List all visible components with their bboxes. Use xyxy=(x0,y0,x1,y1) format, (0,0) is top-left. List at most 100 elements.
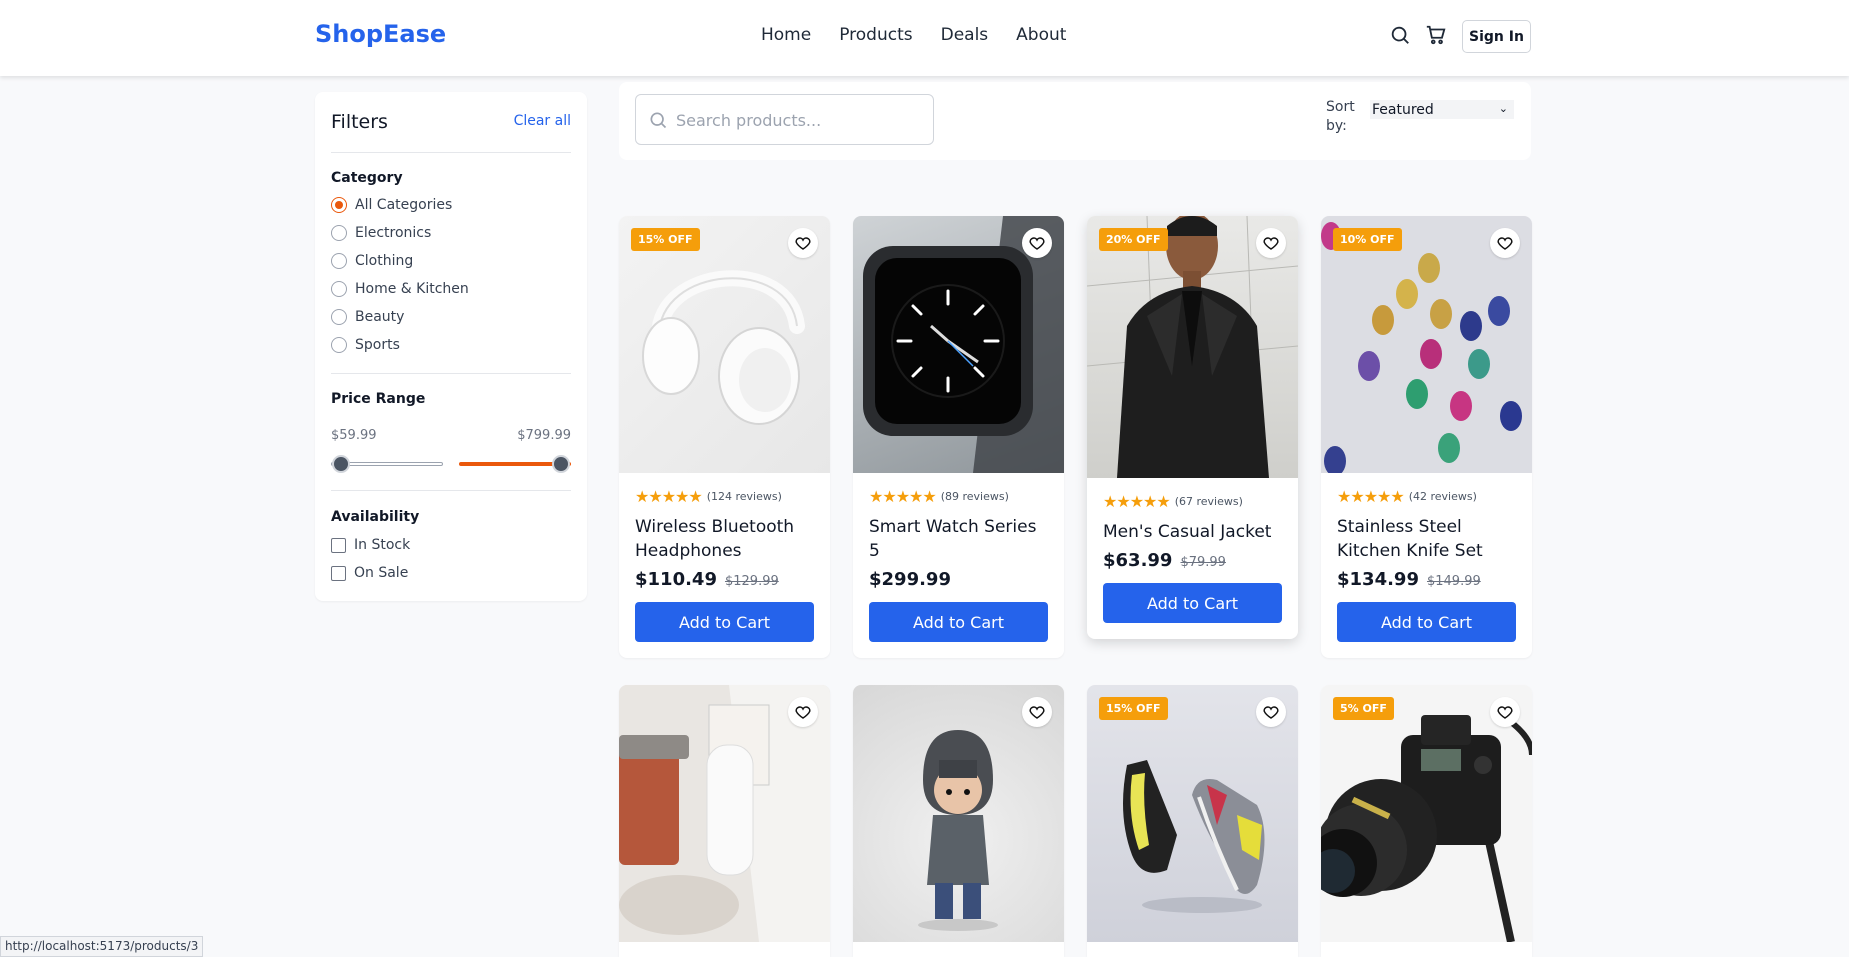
product-name[interactable]: Wireless Bluetooth Headphones xyxy=(635,515,814,563)
product-card[interactable]: 5% OFF xyxy=(1321,685,1532,957)
wishlist-button[interactable] xyxy=(1022,697,1052,727)
category-option-electronics[interactable]: Electronics xyxy=(331,225,431,241)
price-max-slider-thumb[interactable] xyxy=(552,455,570,473)
heart-icon xyxy=(795,237,811,250)
sort-select[interactable]: Featured ⌄ xyxy=(1370,100,1514,119)
top-header: ShopEase Home Products Deals About Sign … xyxy=(0,0,1849,76)
option-label: Home & Kitchen xyxy=(355,281,469,297)
wishlist-button[interactable] xyxy=(1490,697,1520,727)
price: $110.49 xyxy=(635,569,717,590)
product-card[interactable] xyxy=(853,685,1064,957)
heart-icon xyxy=(1263,706,1279,719)
filters-panel: Filters Clear all Category All Categorie… xyxy=(315,92,587,601)
nav-products[interactable]: Products xyxy=(839,25,912,45)
star-rating-icons: ★★★★★ xyxy=(1103,492,1171,511)
rating: ★★★★★ (124 reviews) xyxy=(635,487,814,506)
option-label: Sports xyxy=(355,337,400,353)
sort-label: Sort by: xyxy=(1326,99,1355,134)
add-to-cart-button[interactable]: Add to Cart xyxy=(1103,583,1282,623)
price-row: $110.49 $129.99 xyxy=(635,569,814,590)
product-card[interactable]: 15% OFF xyxy=(1087,685,1298,957)
wishlist-button[interactable] xyxy=(1256,697,1286,727)
wishlist-button[interactable] xyxy=(1256,228,1286,258)
availability-in-stock[interactable]: In Stock xyxy=(331,537,410,553)
price-max-label: $799.99 xyxy=(517,428,571,443)
product-name[interactable]: Smart Watch Series 5 xyxy=(869,515,1048,563)
divider xyxy=(331,152,571,153)
nav-deals[interactable]: Deals xyxy=(941,25,989,45)
category-option-beauty[interactable]: Beauty xyxy=(331,309,404,325)
original-price: $149.99 xyxy=(1426,574,1481,589)
search-icon[interactable] xyxy=(1389,24,1411,46)
add-to-cart-button[interactable]: Add to Cart xyxy=(869,602,1048,642)
product-card[interactable] xyxy=(619,685,830,957)
category-option-sports[interactable]: Sports xyxy=(331,337,400,353)
rating: ★★★★★ (67 reviews) xyxy=(1103,492,1282,511)
option-label: Electronics xyxy=(355,225,432,241)
product-image-figure[interactable] xyxy=(853,685,1064,942)
sort-value: Featured xyxy=(1372,101,1434,118)
wishlist-button[interactable] xyxy=(1490,228,1520,258)
radio-button[interactable] xyxy=(331,197,347,213)
product-image-knife-set[interactable]: 10% OFF xyxy=(1321,216,1532,473)
category-option-all[interactable]: All Categories xyxy=(331,197,452,213)
product-image-headphones[interactable]: 15% OFF xyxy=(619,216,830,473)
brand-logo[interactable]: ShopEase xyxy=(315,20,446,48)
option-label: Clothing xyxy=(355,253,414,269)
category-option-clothing[interactable]: Clothing xyxy=(331,253,413,269)
wishlist-button[interactable] xyxy=(1022,228,1052,258)
product-card[interactable]: ★★★★★ (89 reviews) Smart Watch Series 5 $… xyxy=(853,216,1064,658)
checkbox[interactable] xyxy=(331,537,346,553)
price-row: $299.99 xyxy=(869,569,1048,590)
filters-title: Filters xyxy=(331,111,388,133)
product-card[interactable]: 15% OFF ★★★★★ (124 reviews) Wireless Blue… xyxy=(619,216,830,658)
link-status-bar: http://localhost:5173/products/3 xyxy=(0,936,204,957)
search-input[interactable] xyxy=(676,105,916,135)
product-info: ★★★★★ (67 reviews) Men's Casual Jacket $6… xyxy=(1087,478,1298,639)
wishlist-button[interactable] xyxy=(788,228,818,258)
product-name[interactable]: Men's Casual Jacket xyxy=(1103,520,1282,544)
price-min-slider-thumb[interactable] xyxy=(332,455,350,473)
radio-button[interactable] xyxy=(331,253,347,269)
review-count: (42 reviews) xyxy=(1408,490,1477,503)
nav-about[interactable]: About xyxy=(1016,25,1066,45)
heart-icon xyxy=(1263,237,1279,250)
discount-badge: 5% OFF xyxy=(1333,697,1394,720)
product-info: ★★★★★ (42 reviews) Stainless Steel Kitche… xyxy=(1321,473,1532,658)
heart-icon xyxy=(1497,706,1513,719)
product-name[interactable]: Stainless Steel Kitchen Knife Set xyxy=(1337,515,1516,563)
original-price: $129.99 xyxy=(724,574,779,589)
divider xyxy=(331,373,571,374)
clear-all-link[interactable]: Clear all xyxy=(514,113,571,129)
heart-icon xyxy=(1497,237,1513,250)
category-title: Category xyxy=(331,170,403,186)
cart-icon[interactable] xyxy=(1425,24,1447,46)
option-label: In Stock xyxy=(354,537,411,553)
product-card[interactable]: 20% OFF ★★★★★ (67 reviews) Men's Casual J… xyxy=(1087,216,1298,639)
product-card[interactable]: 10% OFF ★★★★★ (42 reviews) Stainless Stee… xyxy=(1321,216,1532,658)
product-image-jacket[interactable]: 20% OFF xyxy=(1087,216,1298,478)
category-option-home-kitchen[interactable]: Home & Kitchen xyxy=(331,281,469,297)
star-rating-icons: ★★★★★ xyxy=(1337,487,1405,506)
price-row: $134.99 $149.99 xyxy=(1337,569,1516,590)
price: $63.99 xyxy=(1103,550,1173,571)
product-image-camera[interactable]: 5% OFF xyxy=(1321,685,1532,942)
checkbox[interactable] xyxy=(331,565,346,581)
product-image-sneakers[interactable]: 15% OFF xyxy=(1087,685,1298,942)
nav-home[interactable]: Home xyxy=(761,25,811,45)
add-to-cart-button[interactable]: Add to Cart xyxy=(635,602,814,642)
radio-button[interactable] xyxy=(331,337,347,353)
product-image-smartwatch[interactable] xyxy=(853,216,1064,473)
radio-button[interactable] xyxy=(331,281,347,297)
option-label: On Sale xyxy=(354,565,409,581)
product-image-skincare[interactable] xyxy=(619,685,830,942)
availability-on-sale[interactable]: On Sale xyxy=(331,565,408,581)
product-search[interactable] xyxy=(635,94,934,145)
sign-in-button[interactable]: Sign In xyxy=(1462,20,1531,53)
search-sort-bar: Sort by: Featured ⌄ xyxy=(619,82,1531,160)
radio-button[interactable] xyxy=(331,225,347,241)
wishlist-button[interactable] xyxy=(788,697,818,727)
price-min-label: $59.99 xyxy=(331,428,377,443)
add-to-cart-button[interactable]: Add to Cart xyxy=(1337,602,1516,642)
radio-button[interactable] xyxy=(331,309,347,325)
